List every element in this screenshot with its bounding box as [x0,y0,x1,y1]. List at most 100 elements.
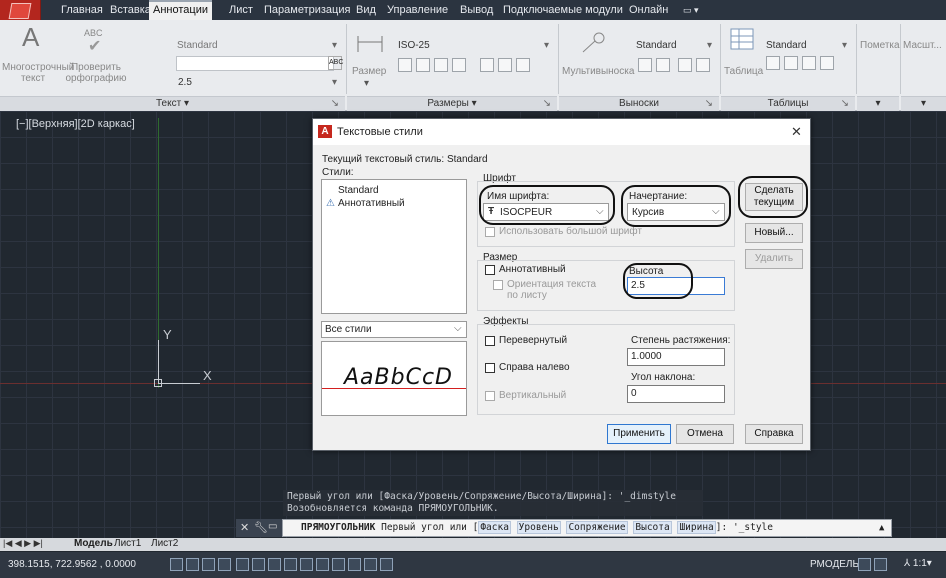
tab-parametric[interactable]: Параметризация [264,0,350,20]
command-line-input[interactable]: ПРЯМОУГОЛЬНИК Первый угол или [Фаска Уро… [282,519,892,537]
quick-view-layouts-icon[interactable] [858,558,871,571]
tab-online[interactable]: Онлайн [629,0,668,20]
upload-data-icon[interactable] [820,56,834,70]
scale-panel-label[interactable]: Масшт... [903,40,942,51]
extract-data-icon[interactable] [766,56,780,70]
table-button[interactable]: Таблица [724,26,763,92]
dialog-launcher-icon[interactable]: ↘ [331,97,339,111]
leaders-panel-footer[interactable]: Выноски ↘ [559,96,719,111]
scale-panel-footer[interactable]: ▾ [901,96,946,111]
markup-panel-label[interactable]: Пометка [860,40,900,51]
dims-panel-footer[interactable]: Размеры ▾ ↘ [347,96,557,111]
annotation-monitor-icon[interactable] [380,558,393,571]
multileader-button[interactable]: Мультивыноска [560,26,634,92]
transparency-icon[interactable] [348,558,361,571]
table-style-combo[interactable]: Standard [766,40,807,51]
dim-adjust-space-icon[interactable] [434,58,448,72]
apply-button[interactable]: Применить [607,424,671,444]
chevron-up-icon[interactable]: ▲ [879,520,884,536]
command-history-icon[interactable]: ▭ [268,521,277,532]
annotation-scale[interactable]: ⅄ 1:1▾ [904,558,932,569]
chevron-down-icon[interactable]: ▾ [707,40,712,51]
oblique-angle-input[interactable]: 0 [627,385,725,403]
spellcheck-button[interactable]: ABC ✔ Проверить орфографию [62,24,127,94]
tab-layout[interactable]: Лист [229,0,253,20]
quick-view-drawings-icon[interactable] [874,558,887,571]
snap-icon[interactable] [186,558,199,571]
layout-nav-icon[interactable]: |◀ ◀ ▶ ▶| [3,538,43,549]
find-text-icon[interactable]: ABC [328,56,343,70]
command-option-thickness[interactable]: Высота [633,521,672,534]
dimension-button[interactable]: Размер ▾ [352,26,392,92]
match-orientation-checkbox[interactable] [493,280,503,290]
osnap-icon[interactable] [252,558,265,571]
infer-constraints-icon[interactable] [170,558,183,571]
chevron-down-icon[interactable]: ▾ [842,40,847,51]
tab-annotate[interactable]: Аннотации [149,0,212,20]
dyn-input-icon[interactable] [316,558,329,571]
tab-output[interactable]: Вывод [460,0,493,20]
dialog-titlebar[interactable]: A Текстовые стили ✕ [313,119,810,145]
list-item[interactable]: Standard [338,185,379,196]
new-style-button[interactable]: Новый... [745,223,803,243]
tab-insert[interactable]: Вставка [110,0,151,20]
ducs-icon[interactable] [300,558,313,571]
ortho-icon[interactable] [218,558,231,571]
command-option-width[interactable]: Ширина [677,521,716,534]
dialog-launcher-icon[interactable]: ↘ [543,97,551,111]
close-icon[interactable]: ✕ [791,124,802,140]
chevron-down-icon[interactable]: ▾ [332,77,337,88]
otrack-icon[interactable] [284,558,297,571]
dim-continue-icon[interactable] [398,58,412,72]
mleader-style-combo[interactable]: Standard [636,40,677,51]
add-leader-icon[interactable] [638,58,652,72]
polar-icon[interactable] [236,558,249,571]
remove-leader-icon[interactable] [656,58,670,72]
align-leader-icon[interactable] [678,58,692,72]
application-menu-button[interactable] [0,0,41,20]
delete-style-button[interactable]: Удалить [745,249,803,269]
ribbon-overflow-icon[interactable]: ▭ ▾ [683,0,699,20]
tab-addins[interactable]: Подключаемые модули [503,0,623,20]
collect-leader-icon[interactable] [696,58,710,72]
cancel-button[interactable]: Отмена [676,424,734,444]
annotative-checkbox[interactable] [485,265,495,275]
command-option-fillet[interactable]: Сопряжение [566,521,628,534]
tab-manage[interactable]: Управление [387,0,448,20]
tab-sheet2[interactable]: Лист2 [151,538,178,549]
command-option-elevation[interactable]: Уровень [516,521,561,534]
dialog-launcher-icon[interactable]: ↘ [841,97,849,111]
dialog-launcher-icon[interactable]: ↘ [705,97,713,111]
tab-model[interactable]: Модель [74,538,113,549]
dim-break-icon[interactable] [452,58,466,72]
dim-baseline-icon[interactable] [416,58,430,72]
tab-sheet1[interactable]: Лист1 [114,538,141,549]
3d-osnap-icon[interactable] [268,558,281,571]
text-panel-footer[interactable]: Текст ▾ ↘ [0,96,345,111]
upside-down-checkbox[interactable] [485,336,495,346]
tables-panel-footer[interactable]: Таблицы ↘ [721,96,855,111]
link-data-icon[interactable] [784,56,798,70]
coordinates-readout[interactable]: 398.1515, 722.9562 , 0.0000 [8,559,136,570]
text-height-combo[interactable]: 2.5 [178,77,192,88]
text-style-combo[interactable]: Standard [177,40,218,51]
tab-view[interactable]: Вид [356,0,376,20]
mtext-button[interactable]: A Многострочный текст [2,22,74,94]
lineweight-icon[interactable] [332,558,345,571]
viewport-controls[interactable]: [−][Верхняя][2D каркас] [16,118,135,130]
styles-filter-combo[interactable]: Все стили ⌵ [321,321,467,338]
help-button[interactable]: Справка [745,424,803,444]
list-item[interactable]: Аннотативный [338,198,405,209]
tab-home[interactable]: Главная [61,0,103,20]
selection-cycling-icon[interactable] [364,558,377,571]
styles-list[interactable]: Standard ⚠ Аннотативный [321,179,467,314]
command-option-chamfer[interactable]: Фаска [478,521,511,534]
dim-inspect-icon[interactable] [480,58,494,72]
model-space-label[interactable]: РМОДЕЛЬ [810,559,859,570]
dim-jog-icon[interactable] [498,58,512,72]
grid-icon[interactable] [202,558,215,571]
chevron-down-icon[interactable]: ▾ [544,40,549,51]
download-data-icon[interactable] [802,56,816,70]
width-factor-input[interactable]: 1.0000 [627,348,725,366]
bigfont-checkbox[interactable] [485,227,495,237]
